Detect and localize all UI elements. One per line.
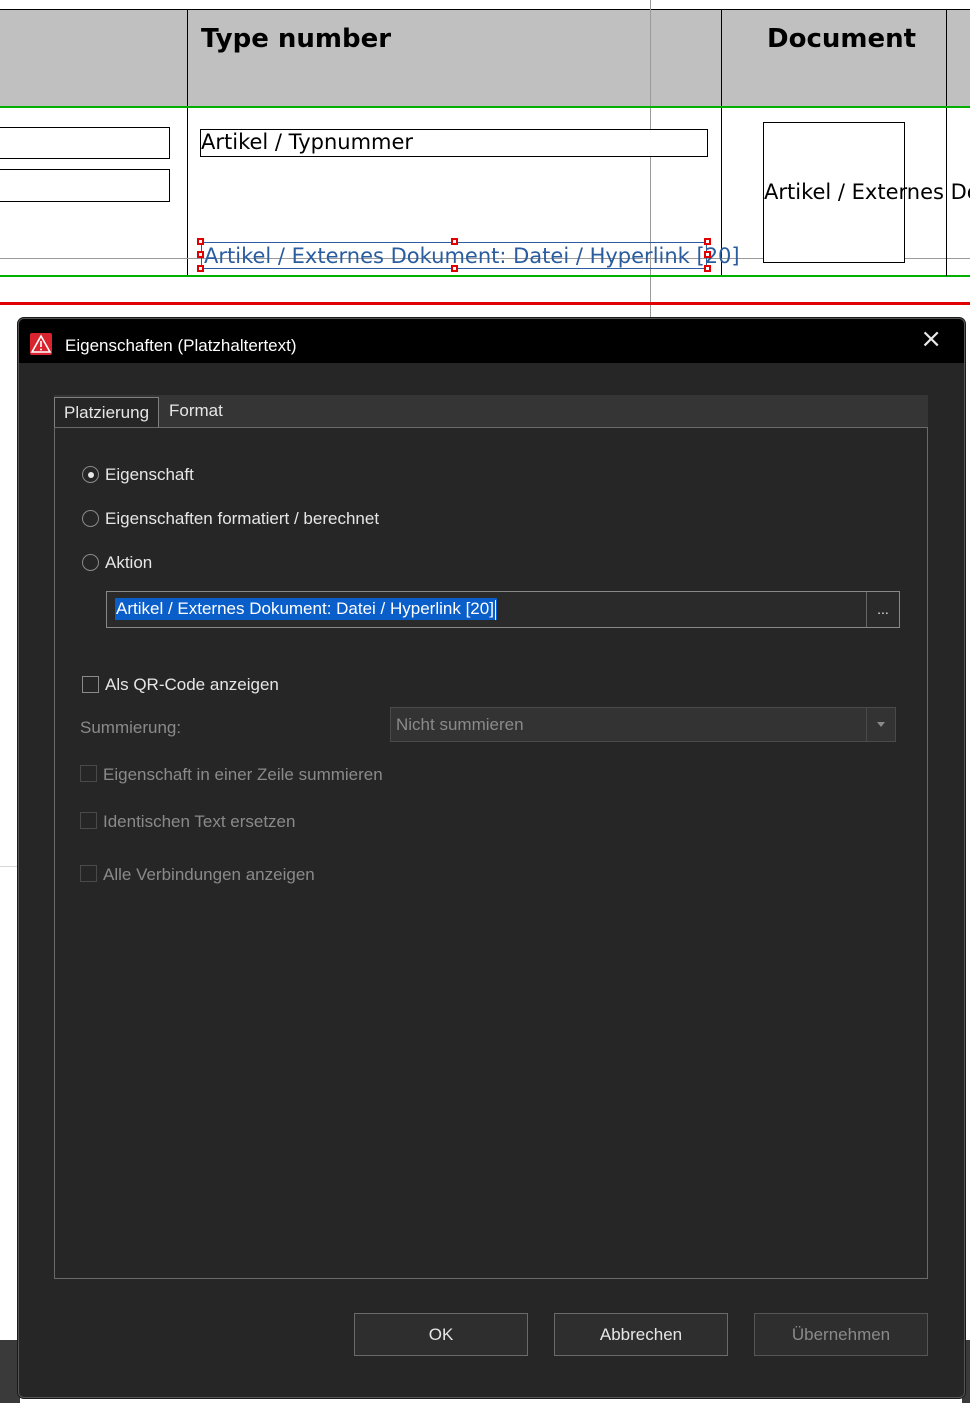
ok-button[interactable]: OK — [354, 1313, 528, 1356]
sum-in-row-label: Eigenschaft in einer Zeile summieren — [103, 765, 383, 784]
selection-handle[interactable] — [197, 265, 204, 272]
row-top-green-line — [0, 106, 970, 108]
tab-panel — [54, 427, 928, 1279]
radio-aktion-label[interactable]: Aktion — [105, 553, 152, 573]
radio-formatiert[interactable] — [82, 510, 99, 527]
header-cell-left — [0, 10, 187, 107]
left-field-1[interactable] — [0, 127, 170, 159]
header-document: Document — [767, 24, 917, 54]
property-input-value: Artikel / Externes Dokument: Datei / Hyp… — [115, 598, 497, 620]
tab-strip: Platzierung Format — [54, 395, 928, 431]
properties-dialog: Eigenschaften (Platzhaltertext) × Platzi… — [18, 318, 965, 1398]
dialog-titlebar[interactable]: Eigenschaften (Platzhaltertext) × — [19, 319, 964, 363]
radio-eigenschaft[interactable] — [82, 466, 99, 483]
header-top-border — [0, 9, 970, 10]
replace-identical-label: Identischen Text ersetzen — [103, 812, 296, 831]
selection-handle[interactable] — [451, 238, 458, 245]
tab-platzierung[interactable]: Platzierung — [54, 397, 160, 431]
selection-handle[interactable] — [197, 251, 204, 258]
selection-handle[interactable] — [704, 265, 711, 272]
header-cell-right — [947, 10, 970, 107]
show-all-connections-checkbox[interactable] — [80, 865, 97, 882]
cancel-button[interactable]: Abbrechen — [554, 1313, 728, 1356]
tab-format[interactable]: Format — [160, 395, 232, 427]
page-red-line — [0, 302, 970, 305]
apply-button[interactable]: Übernehmen — [754, 1313, 928, 1356]
sum-in-row-checkbox[interactable] — [80, 765, 97, 782]
summation-label: Summierung: — [80, 718, 182, 737]
document-field-text: Artikel / Externes Dokument: Datei / Hyp… — [764, 180, 970, 204]
property-input[interactable]: Artikel / Externes Dokument: Datei / Hyp… — [106, 591, 900, 628]
show-all-connections-label: Alle Verbindungen anzeigen — [103, 865, 315, 884]
left-field-2[interactable] — [0, 169, 170, 202]
background-line — [0, 866, 20, 867]
background-strip — [0, 1340, 20, 1403]
selection-handle[interactable] — [704, 238, 711, 245]
summation-select-value: Nicht summieren — [396, 715, 524, 734]
row-bottom-green-line — [0, 275, 970, 277]
browse-button[interactable]: ... — [866, 592, 899, 627]
header-type-number: Type number — [201, 24, 392, 54]
app-warning-icon — [30, 333, 52, 355]
selection-handle[interactable] — [451, 265, 458, 272]
qr-code-label[interactable]: Als QR-Code anzeigen — [105, 675, 279, 695]
selection-handle[interactable] — [197, 238, 204, 245]
replace-identical-checkbox[interactable] — [80, 812, 97, 829]
document-field-clip: Artikel / Externes Dokument: Datei / Hyp… — [763, 180, 970, 210]
type-number-field-text: Artikel / Typnummer — [201, 130, 414, 154]
column-line-1 — [187, 10, 188, 276]
selection-handle[interactable] — [704, 251, 711, 258]
selected-placeholder-text: Artikel / Externes Dokument: Datei / Hyp… — [204, 244, 740, 268]
radio-eigenschaft-label[interactable]: Eigenschaft — [105, 465, 194, 485]
summation-select[interactable]: Nicht summieren — [390, 707, 896, 742]
column-line-3-over — [946, 108, 947, 276]
column-line-2 — [721, 10, 722, 276]
radio-aktion[interactable] — [82, 554, 99, 571]
guide-line-vertical — [650, 0, 651, 318]
close-icon[interactable]: × — [920, 324, 942, 354]
qr-code-checkbox[interactable] — [82, 676, 99, 693]
radio-formatiert-label[interactable]: Eigenschaften formatiert / berechnet — [105, 509, 379, 529]
dialog-title: Eigenschaften (Platzhaltertext) — [65, 336, 297, 355]
chevron-down-icon[interactable] — [866, 708, 895, 741]
